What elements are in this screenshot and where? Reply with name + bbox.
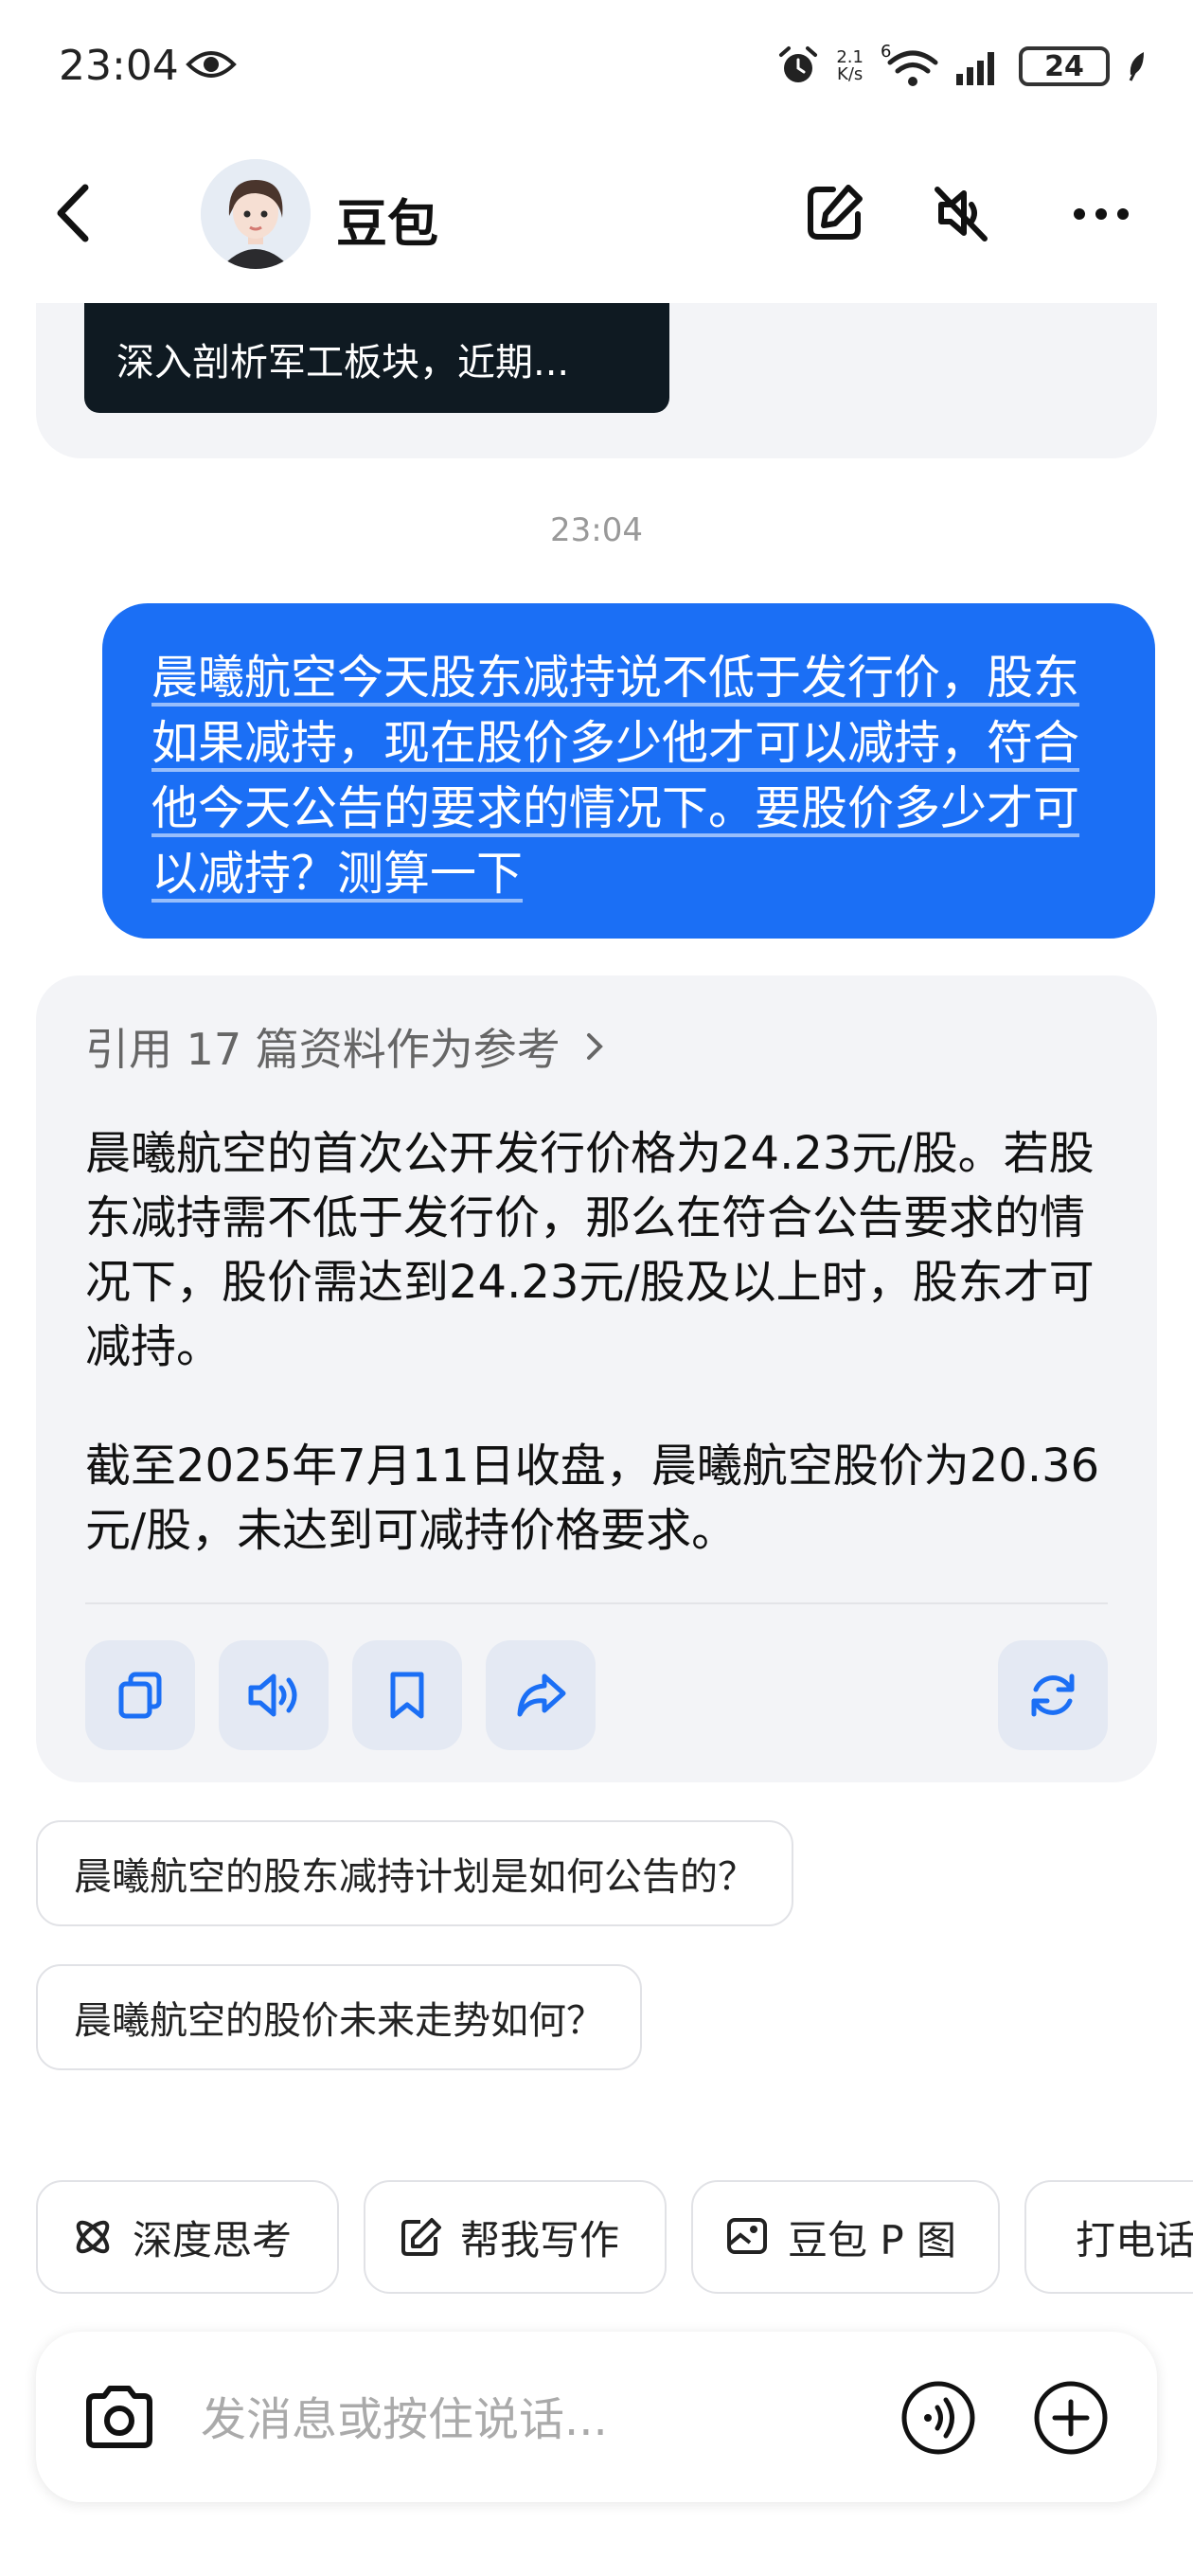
thumbnail-caption: 深入剖析军工板块，近期... [116,341,570,385]
plus-icon[interactable] [1032,2379,1110,2457]
bookmark-button[interactable] [352,1640,462,1750]
share-icon [517,1673,566,1717]
avatar[interactable] [201,159,311,269]
bookmark-icon [390,1672,424,1719]
share-button[interactable] [486,1640,596,1750]
more-icon[interactable] [1068,180,1134,246]
battery-indicator: 24 [1019,46,1110,86]
copy-icon [118,1672,162,1719]
wifi-icon: 6 [881,42,938,87]
user-message-bubble[interactable]: 晨曦航空今天股东减持说不低于发行价，股东如果减持，现在股价多少他才可以减持，符合… [102,603,1155,939]
divider [85,1602,1108,1604]
status-bar-right: 2.1 K/s 6 24 [777,38,1148,95]
copy-button[interactable] [85,1640,195,1750]
read-aloud-button[interactable] [219,1640,329,1750]
suggested-question[interactable]: 晨曦航空的股价未来走势如何？ [36,1964,642,2070]
leaf-icon [1129,52,1144,81]
voice-input-icon[interactable] [899,2379,977,2457]
chevron-right-icon [586,1033,603,1060]
eye-icon [186,51,237,78]
camera-icon[interactable] [81,2383,157,2451]
chip-label: 帮我写作 [460,2216,620,2263]
speaker-icon [248,1673,297,1717]
call-chip[interactable]: 打电话 [1024,2180,1193,2294]
answer-paragraph: 晨曦航空的首次公开发行价格为24.23元/股。若股东减持需不低于发行价，那么在符… [85,1127,1095,1373]
network-speed: 2.1 K/s [836,47,864,84]
speaker-mute-icon[interactable] [928,180,994,246]
atom-icon [76,2220,110,2254]
message-timestamp: 23:04 [550,511,643,549]
image-edit-icon [727,2218,767,2254]
user-message-text: 晨曦航空今天股东减持说不低于发行价，股东如果减持，现在股价多少他才可以减持，符合… [151,651,1080,901]
image-edit-chip[interactable]: 豆包 P 图 [691,2180,1000,2294]
chip-label: 豆包 P 图 [788,2216,957,2263]
answer-paragraph: 截至2025年7月11日收盘，晨曦航空股价为20.36元/股，未达到可减持价格要… [85,1440,1100,1557]
reference-link[interactable]: 引用 17 篇资料作为参考 [85,1015,606,1078]
alarm-icon [779,46,818,82]
back-icon[interactable] [49,180,97,246]
message-input[interactable] [199,2388,865,2451]
edit-icon [401,2218,441,2256]
status-time: 23:04 [59,42,179,90]
deep-think-chip[interactable]: 深度思考 [36,2180,339,2294]
regenerate-button[interactable] [998,1640,1108,1750]
page-title: 豆包 [336,194,438,254]
answer-card [36,975,1157,1782]
refresh-icon [1031,1673,1075,1717]
suggested-question[interactable]: 晨曦航空的股东减持计划是如何公告的？ [36,1820,793,1926]
writing-chip[interactable]: 帮我写作 [364,2180,667,2294]
edit-icon[interactable] [801,180,867,246]
reference-label: 引用 17 篇资料作为参考 [85,1024,561,1075]
signal-icon [956,52,994,85]
previous-message-thumbnail[interactable]: 深入剖析军工板块，近期... [84,303,669,413]
chip-label: 打电话 [1076,2216,1193,2263]
chip-label: 深度思考 [133,2216,293,2263]
